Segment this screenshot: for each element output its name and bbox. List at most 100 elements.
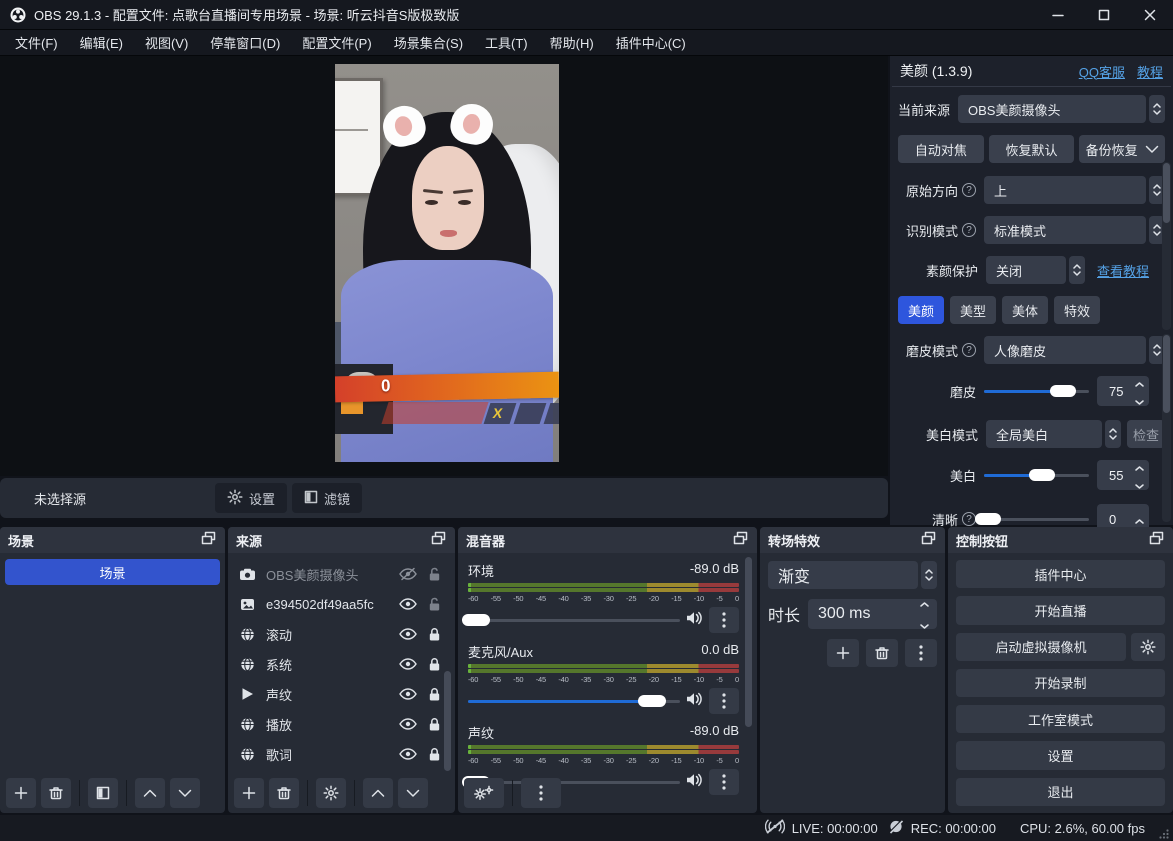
autofocus-button[interactable]: 自动对焦 [898,135,984,163]
close-button[interactable] [1127,0,1173,30]
mixer-scrollbar[interactable] [744,557,753,779]
remove-source-button[interactable] [269,778,299,808]
visibility-toggle[interactable] [395,748,421,760]
smooth-mode-select[interactable]: 人像磨皮 [984,336,1146,364]
popout-icon[interactable] [1149,531,1165,550]
channel-menu-button[interactable] [709,688,739,714]
speaker-icon[interactable] [686,773,703,792]
source-row[interactable]: OBS美颜摄像头 [228,559,455,589]
tutorial-link[interactable]: 教程 [1137,62,1163,81]
popout-icon[interactable] [431,531,447,550]
add-transition-button[interactable] [827,639,859,667]
menu-item-7[interactable]: 帮助(H) [539,30,605,55]
menu-item-5[interactable]: 场景集合(S) [383,30,474,55]
popout-icon[interactable] [201,531,217,550]
video-preview[interactable]: 0 X [335,64,559,462]
control-button-5[interactable]: 设置 [956,741,1165,769]
scene-down-button[interactable] [170,778,200,808]
scene-item[interactable]: 场景 [5,559,220,585]
source-row[interactable]: e394502df49aa5fc [228,589,455,619]
menu-item-3[interactable]: 停靠窗口(D) [199,30,291,55]
source-scroll-arrows[interactable] [1149,95,1165,123]
source-down-button[interactable] [398,778,428,808]
visibility-toggle[interactable] [395,598,421,610]
beauty-tab-3[interactable]: 特效 [1054,296,1100,324]
remove-scene-button[interactable] [41,778,71,808]
view-tutorial-link[interactable]: 查看教程 [1097,261,1149,280]
visibility-toggle[interactable] [395,688,421,700]
start-virtual-camera-button[interactable]: 启动虚拟摄像机 [956,633,1126,661]
transition-select[interactable]: 渐变 [768,561,918,589]
whiten-value-spinner[interactable]: 55 [1097,460,1149,490]
menu-item-2[interactable]: 视图(V) [134,30,199,55]
source-properties-button[interactable] [316,778,346,808]
help-icon[interactable]: ? [962,343,976,357]
source-settings-button[interactable]: 设置 [215,483,287,513]
clarity-slider[interactable] [984,514,1089,524]
check-button[interactable]: 检查 [1127,420,1165,448]
sources-scrollbar[interactable] [443,559,452,777]
help-icon[interactable]: ? [962,183,976,197]
recognition-select[interactable]: 标准模式 [984,216,1146,244]
transition-arrows[interactable] [921,561,937,589]
add-source-button[interactable] [234,778,264,808]
volume-slider[interactable] [468,614,680,626]
add-scene-button[interactable] [6,778,36,808]
popout-icon[interactable] [921,531,937,550]
transition-menu-button[interactable] [905,639,937,667]
source-row[interactable]: 播放 [228,709,455,739]
visibility-toggle[interactable] [395,567,421,581]
whiten-slider[interactable] [984,470,1089,480]
orientation-select[interactable]: 上 [984,176,1146,204]
remove-transition-button[interactable] [866,639,898,667]
visibility-toggle[interactable] [395,658,421,670]
control-button-6[interactable]: 退出 [956,778,1165,806]
scene-filters-button[interactable] [88,778,118,808]
beauty-tab-0[interactable]: 美颜 [898,296,944,324]
source-row[interactable]: 系统 [228,649,455,679]
smooth-value-spinner[interactable]: 75 [1097,376,1149,406]
virtual-camera-settings-button[interactable] [1131,633,1165,661]
resize-grip[interactable] [1159,827,1169,837]
scrollbar-thumb[interactable] [745,557,752,727]
menu-item-8[interactable]: 插件中心(C) [605,30,697,55]
menu-item-6[interactable]: 工具(T) [474,30,539,55]
popout-icon[interactable] [733,531,749,550]
control-button-3[interactable]: 开始录制 [956,669,1165,697]
minimize-button[interactable] [1035,0,1081,30]
menu-item-1[interactable]: 编辑(E) [69,30,134,55]
scrollbar-thumb[interactable] [444,671,451,771]
beauty-scrollbar-bottom[interactable] [1162,334,1171,522]
menu-item-0[interactable]: 文件(F) [4,30,69,55]
visibility-toggle[interactable] [395,718,421,730]
visibility-toggle[interactable] [395,628,421,640]
control-button-4[interactable]: 工作室模式 [956,705,1165,733]
volume-slider[interactable] [468,695,680,707]
mixer-menu-button[interactable] [521,778,561,808]
beauty-tab-2[interactable]: 美体 [1002,296,1048,324]
speaker-icon[interactable] [686,692,703,711]
duration-spinner[interactable]: 300 ms [808,599,937,629]
restore-default-button[interactable]: 恢复默认 [989,135,1075,163]
qq-support-link[interactable]: QQ客服 [1079,62,1125,81]
scene-up-button[interactable] [135,778,165,808]
source-row[interactable]: 歌词 [228,739,455,769]
advanced-audio-button[interactable] [464,778,504,808]
protect-arrows[interactable] [1069,256,1085,284]
current-source-select[interactable]: OBS美颜摄像头 [958,95,1146,123]
protect-select[interactable]: 关闭 [986,256,1066,284]
control-button-0[interactable]: 插件中心 [956,560,1165,588]
help-icon[interactable]: ? [962,512,976,526]
beauty-scrollbar-top[interactable] [1162,162,1171,330]
scrollbar-thumb[interactable] [1163,163,1170,223]
source-row[interactable]: 滚动 [228,619,455,649]
maximize-button[interactable] [1081,0,1127,30]
source-up-button[interactable] [363,778,393,808]
whiten-mode-arrows[interactable] [1105,420,1121,448]
smooth-slider[interactable] [984,386,1089,396]
source-row[interactable]: 声纹 [228,679,455,709]
channel-menu-button[interactable] [709,769,739,795]
beauty-tab-1[interactable]: 美型 [950,296,996,324]
control-button-1[interactable]: 开始直播 [956,596,1165,624]
scrollbar-thumb[interactable] [1163,335,1170,413]
